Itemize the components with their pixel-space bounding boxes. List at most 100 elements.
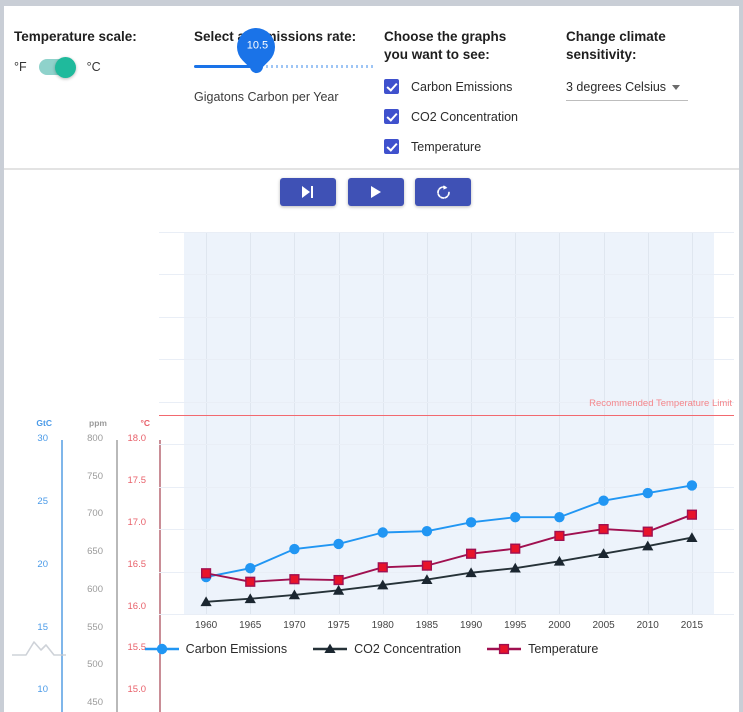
- legend-label: Temperature: [528, 642, 598, 656]
- legend-item-temperature[interactable]: Temperature: [487, 642, 598, 656]
- data-point-square: [555, 532, 564, 541]
- axis-tick-degC-17.0: 17.0: [128, 517, 147, 528]
- series-line-carbon-emissions: [206, 485, 692, 577]
- x-axis-label-1995: 1995: [504, 620, 526, 631]
- x-axis-label-1990: 1990: [460, 620, 482, 631]
- data-point-square: [423, 561, 432, 570]
- temperature-scale-control: Temperature scale: °F °C: [14, 28, 189, 75]
- data-point-circle: [378, 527, 388, 537]
- checkbox-co2-concentration[interactable]: [384, 109, 399, 124]
- axis-tick-degC-16.0: 16.0: [128, 601, 147, 612]
- legend-marker-circle-icon: [145, 642, 179, 656]
- axis-tick-ppm-700: 700: [87, 508, 103, 519]
- axis-tick-ppm-500: 500: [87, 659, 103, 670]
- plot-area: Recommended Temperature Limit 1960196519…: [159, 232, 734, 614]
- axis-line-GtC: [61, 440, 63, 712]
- x-axis-label-2010: 2010: [637, 620, 659, 631]
- x-axis-label-1985: 1985: [416, 620, 438, 631]
- data-point-circle: [466, 517, 476, 527]
- play-button[interactable]: [348, 178, 404, 206]
- climate-sensitivity-title-line1: Change climate: [566, 28, 726, 46]
- x-axis-label-1980: 1980: [372, 620, 394, 631]
- slider-value-text: 10.5: [238, 29, 276, 63]
- axis-tick-ppm-450: 450: [87, 697, 103, 708]
- data-point-circle: [422, 526, 432, 536]
- axis-tick-ppm-650: 650: [87, 546, 103, 557]
- recommended-temperature-limit-line: [159, 415, 734, 417]
- data-point-circle: [554, 512, 564, 522]
- series-line-co2-concentration: [206, 538, 692, 602]
- checkbox-label-co2-concentration: CO2 Concentration: [411, 110, 518, 124]
- data-point-circle: [510, 512, 520, 522]
- checkbox-row-carbon-emissions[interactable]: Carbon Emissions: [384, 79, 559, 94]
- legend-item-co2-concentration[interactable]: CO2 Concentration: [313, 642, 461, 656]
- emissions-rate-control: Select an emissions rate: 10.5 Gigatons …: [194, 28, 374, 104]
- graph-selection-control: Choose the graphs you want to see: Carbo…: [384, 28, 559, 154]
- axis-tick-GtC-10: 10: [37, 684, 48, 695]
- axis-tick-ppm-550: 550: [87, 622, 103, 633]
- chart: GtC051015202530ppm3003504004505005506006…: [4, 212, 739, 682]
- data-point-circle: [643, 488, 653, 498]
- checkbox-row-co2-concentration[interactable]: CO2 Concentration: [384, 109, 559, 124]
- axis-tick-ppm-600: 600: [87, 584, 103, 595]
- gridline-horizontal: [159, 614, 734, 615]
- chevron-down-icon: [672, 85, 680, 90]
- series-canvas: [159, 232, 734, 614]
- axis-tick-degC-17.5: 17.5: [128, 475, 147, 486]
- emissions-rate-slider[interactable]: 10.5: [194, 64, 374, 68]
- climate-sensitivity-value: 3 degrees Celsius: [566, 80, 666, 94]
- checkbox-row-temperature[interactable]: Temperature: [384, 139, 559, 154]
- legend-marker-triangle-icon: [313, 642, 347, 656]
- x-axis-label-1965: 1965: [239, 620, 261, 631]
- legend-marker-square-icon: [487, 642, 521, 656]
- climate-sensitivity-control: Change climate sensitivity: 3 degrees Ce…: [566, 28, 726, 101]
- data-point-square: [688, 510, 697, 519]
- series-line-temperature: [206, 515, 692, 582]
- axis-tick-GtC-30: 30: [37, 433, 48, 444]
- axis-tick-ppm-750: 750: [87, 471, 103, 482]
- fahrenheit-label: °F: [14, 60, 27, 74]
- climate-sensitivity-title-line2: sensitivity:: [566, 46, 726, 64]
- axis-tick-ppm-800: 800: [87, 433, 103, 444]
- slider-remaining-track: [256, 65, 374, 68]
- step-forward-button[interactable]: [280, 178, 336, 206]
- data-point-square: [643, 527, 652, 536]
- data-point-square: [378, 563, 387, 572]
- chart-legend: Carbon Emissions CO2 Concentration Tempera…: [4, 642, 739, 656]
- checkbox-carbon-emissions[interactable]: [384, 79, 399, 94]
- x-axis-label-2000: 2000: [548, 620, 570, 631]
- emissions-rate-title: Select an emissions rate:: [194, 28, 374, 46]
- legend-item-carbon-emissions[interactable]: Carbon Emissions: [145, 642, 287, 656]
- reset-icon: [435, 184, 452, 201]
- x-axis-label-2015: 2015: [681, 620, 703, 631]
- graph-selection-title-line1: Choose the graphs: [384, 28, 559, 46]
- reset-button[interactable]: [415, 178, 471, 206]
- data-point-triangle: [686, 532, 697, 542]
- legend-label: CO2 Concentration: [354, 642, 461, 656]
- checkbox-label-carbon-emissions: Carbon Emissions: [411, 80, 512, 94]
- x-axis-label-1970: 1970: [283, 620, 305, 631]
- axis-line-ppm: [116, 440, 118, 712]
- data-point-square: [511, 544, 520, 553]
- axis-tick-degC-15.0: 15.0: [128, 684, 147, 695]
- axis-tick-GtC-15: 15: [37, 622, 48, 633]
- climate-simulation-app: Temperature scale: °F °C Select an emiss…: [4, 6, 739, 712]
- graph-selection-title-line2: you want to see:: [384, 46, 559, 64]
- data-point-circle: [245, 563, 255, 573]
- data-point-square: [202, 569, 211, 578]
- emissions-rate-caption: Gigatons Carbon per Year: [194, 90, 374, 104]
- x-axis-label-2005: 2005: [592, 620, 614, 631]
- playback-toolbar: [4, 170, 739, 212]
- data-point-circle: [289, 544, 299, 554]
- checkbox-label-temperature: Temperature: [411, 140, 481, 154]
- data-point-circle: [687, 480, 697, 490]
- data-point-circle: [333, 539, 343, 549]
- axis-tick-degC-16.5: 16.5: [128, 559, 147, 570]
- mountain-icon: [10, 633, 68, 664]
- axis-tick-GtC-25: 25: [37, 496, 48, 507]
- slider-thumb[interactable]: [250, 60, 263, 73]
- climate-sensitivity-dropdown[interactable]: 3 degrees Celsius: [566, 80, 688, 101]
- checkbox-temperature[interactable]: [384, 139, 399, 154]
- x-axis-label-1960: 1960: [195, 620, 217, 631]
- temperature-scale-toggle[interactable]: [39, 59, 75, 75]
